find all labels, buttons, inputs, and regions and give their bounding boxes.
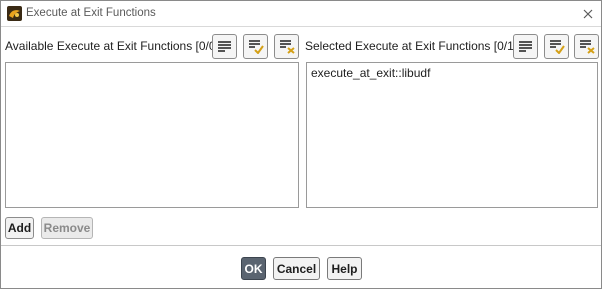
selected-select-all-icon[interactable]	[544, 34, 569, 59]
remove-button[interactable]: Remove	[41, 217, 93, 239]
selected-functions-label: Selected Execute at Exit Functions [0/1]	[305, 39, 518, 53]
available-deselect-all-icon[interactable]	[274, 34, 299, 59]
available-select-all-icon[interactable]	[243, 34, 268, 59]
close-icon[interactable]	[579, 5, 597, 23]
selected-list-icon[interactable]	[513, 34, 538, 59]
list-item[interactable]: execute_at_exit::libudf	[307, 63, 597, 80]
selected-functions-list[interactable]: execute_at_exit::libudf	[306, 62, 598, 208]
selected-deselect-all-icon[interactable]	[574, 34, 599, 59]
divider	[1, 245, 601, 246]
cancel-button[interactable]: Cancel	[273, 257, 320, 280]
available-functions-label: Available Execute at Exit Functions [0/0…	[5, 39, 219, 53]
title-bar: Execute at Exit Functions	[1, 1, 601, 27]
window-title: Execute at Exit Functions	[26, 7, 156, 19]
add-button[interactable]: Add	[5, 217, 34, 239]
available-functions-list[interactable]	[5, 62, 299, 208]
available-list-icon[interactable]	[212, 34, 237, 59]
ok-button[interactable]: OK	[241, 257, 266, 280]
fluent-app-icon	[7, 6, 22, 21]
dialog-window: Execute at Exit Functions Available Exec…	[0, 0, 602, 289]
help-button[interactable]: Help	[327, 257, 362, 280]
